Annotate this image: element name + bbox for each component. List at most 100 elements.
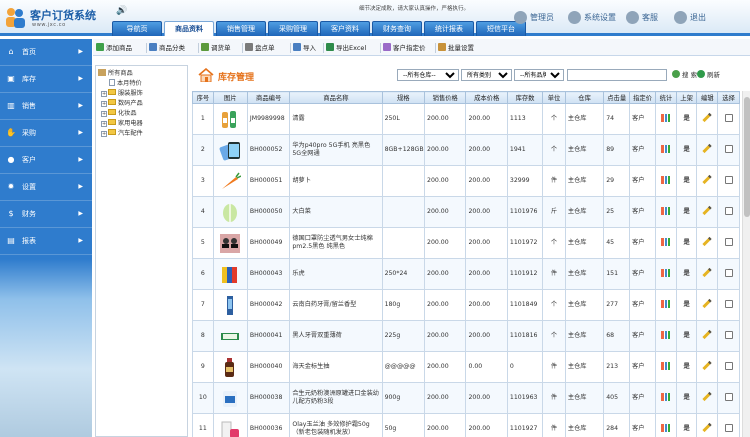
- cell-assigned[interactable]: 客户: [629, 134, 657, 166]
- table-row[interactable]: 10 BH000038 合生元奶粉澳洲原罐进口金装幼儿配方奶粉3段 900g 200.0…: [192, 382, 740, 414]
- category-select[interactable]: 所有类别: [461, 69, 512, 81]
- bar-chart-icon[interactable]: [661, 300, 671, 309]
- column-header[interactable]: 商品编号: [246, 91, 291, 104]
- nav-tab-1[interactable]: 导航页: [112, 21, 162, 36]
- edit-cell[interactable]: [696, 227, 719, 259]
- search-input[interactable]: [567, 69, 667, 81]
- toolbar-button-2[interactable]: 商品分类: [149, 42, 185, 54]
- select-cell[interactable]: [717, 320, 740, 352]
- column-header[interactable]: 销售价格: [424, 91, 467, 104]
- edit-cell[interactable]: [696, 413, 719, 437]
- expand-icon[interactable]: +: [101, 121, 107, 127]
- nav-tab-7[interactable]: 统计报表: [424, 21, 474, 36]
- product-image[interactable]: [212, 134, 248, 166]
- stats-cell[interactable]: [655, 103, 677, 135]
- row-checkbox[interactable]: [724, 145, 733, 154]
- scrollbar-thumb[interactable]: [744, 97, 750, 217]
- row-checkbox[interactable]: [724, 269, 733, 278]
- sidebar-item-4[interactable]: ✋ 采购 ▶: [0, 120, 92, 147]
- product-image[interactable]: [212, 227, 248, 259]
- column-header[interactable]: 图片: [212, 91, 248, 104]
- toolbar-button-6[interactable]: 导出Excel: [326, 42, 366, 54]
- select-cell[interactable]: [717, 103, 740, 135]
- nav-tab-3[interactable]: 销售管理: [216, 21, 266, 36]
- top-right-user[interactable]: 管理员: [514, 10, 554, 26]
- tree-node[interactable]: + 数码产品: [98, 99, 187, 109]
- column-header[interactable]: 商品名称: [289, 91, 383, 104]
- stats-cell[interactable]: [655, 227, 677, 259]
- bar-chart-icon[interactable]: [661, 269, 671, 278]
- expand-icon[interactable]: +: [101, 131, 107, 137]
- cell-assigned[interactable]: 客户: [629, 165, 657, 197]
- table-row[interactable]: 5 BH000049 德国口罩防尘透气男女士纯棉pm2.5黑色 纯黑色 200.00 2…: [192, 227, 740, 259]
- product-image[interactable]: [212, 351, 248, 383]
- product-image[interactable]: [212, 258, 248, 290]
- bar-chart-icon[interactable]: [661, 114, 671, 123]
- product-image[interactable]: [212, 165, 248, 197]
- tree-node[interactable]: + 汽车配件: [98, 129, 187, 139]
- toolbar-button-3[interactable]: 调货单: [201, 42, 231, 54]
- column-header[interactable]: 仓库: [564, 91, 605, 104]
- sidebar-item-1[interactable]: ⌂ 首页 ▶: [0, 39, 92, 66]
- column-header[interactable]: 成本价格: [465, 91, 508, 104]
- sidebar-item-7[interactable]: $ 财务 ▶: [0, 201, 92, 228]
- tree-node[interactable]: 本月特价: [98, 79, 187, 89]
- select-cell[interactable]: [717, 196, 740, 228]
- edit-cell[interactable]: [696, 289, 719, 321]
- toolbar-button-8[interactable]: 批量设置: [438, 42, 474, 54]
- product-image[interactable]: [212, 382, 248, 414]
- table-row[interactable]: 4 BH000050 大白菜 200.00 200.00 1101976 斤主仓库 25 客户是: [192, 196, 740, 228]
- tree-node[interactable]: + 化妆品: [98, 109, 187, 119]
- refresh-button[interactable]: 刷新: [697, 70, 720, 82]
- stats-cell[interactable]: [655, 351, 677, 383]
- warehouse-select[interactable]: --所有仓库--: [397, 69, 459, 81]
- edit-cell[interactable]: [696, 103, 719, 135]
- pencil-icon[interactable]: [702, 268, 712, 278]
- nav-tab-6[interactable]: 财务查询: [372, 21, 422, 36]
- expand-icon[interactable]: +: [101, 101, 107, 107]
- table-row[interactable]: 3 BH000051 胡萝卜 200.00 200.00 32999 件主仓库 29 客户是: [192, 165, 740, 197]
- tree-root[interactable]: 所有商品: [98, 69, 187, 79]
- cell-assigned[interactable]: 客户: [629, 289, 657, 321]
- sidebar-item-3[interactable]: ▥ 销售 ▶: [0, 93, 92, 120]
- table-row[interactable]: 11 BH000036 Olay玉兰油 多效修护霜50g（新老包装随机发放） 50g 2…: [192, 413, 740, 437]
- bar-chart-icon[interactable]: [661, 331, 671, 340]
- row-checkbox[interactable]: [724, 393, 733, 402]
- table-row[interactable]: 7 BH000042 云南白药牙膏/留兰香型 180g 200.00 200.00 1101…: [192, 289, 740, 321]
- table-row[interactable]: 1 JM9989998 清露 250L 200.00 200.00 1113 个主仓库 74 客户…: [192, 103, 740, 135]
- pencil-icon[interactable]: [702, 175, 712, 185]
- row-checkbox[interactable]: [724, 114, 733, 123]
- stats-cell[interactable]: [655, 196, 677, 228]
- cell-assigned[interactable]: 客户: [629, 103, 657, 135]
- cell-assigned[interactable]: 客户: [629, 413, 657, 437]
- column-header[interactable]: 库存数: [506, 91, 544, 104]
- cell-assigned[interactable]: 客户: [629, 196, 657, 228]
- cell-assigned[interactable]: 客户: [629, 258, 657, 290]
- table-row[interactable]: 2 BH000052 华为p40pro 5G手机 亮黑色 5G全网通 8GB+128G…: [192, 134, 740, 166]
- product-image[interactable]: [212, 196, 248, 228]
- select-cell[interactable]: [717, 289, 740, 321]
- cell-assigned[interactable]: 客户: [629, 227, 657, 259]
- expand-icon[interactable]: +: [101, 91, 107, 97]
- edit-cell[interactable]: [696, 382, 719, 414]
- stats-cell[interactable]: [655, 382, 677, 414]
- product-image[interactable]: [212, 289, 248, 321]
- column-header[interactable]: 上架: [675, 91, 698, 104]
- stats-cell[interactable]: [655, 258, 677, 290]
- pencil-icon[interactable]: [702, 361, 712, 371]
- search-button[interactable]: 搜 索: [672, 70, 697, 82]
- expand-icon[interactable]: +: [101, 111, 107, 117]
- column-header[interactable]: 统计: [655, 91, 677, 104]
- bar-chart-icon[interactable]: [661, 393, 671, 402]
- edit-cell[interactable]: [696, 165, 719, 197]
- nav-tab-4[interactable]: 采购管理: [268, 21, 318, 36]
- pencil-icon[interactable]: [702, 206, 712, 216]
- pencil-icon[interactable]: [702, 423, 712, 433]
- cell-assigned[interactable]: 客户: [629, 320, 657, 352]
- pencil-icon[interactable]: [702, 330, 712, 340]
- table-row[interactable]: 8 BH000041 黑人牙膏双重薄荷 225g 200.00 200.00 1101816…: [192, 320, 740, 352]
- nav-tab-5[interactable]: 客户资料: [320, 21, 370, 36]
- toolbar-button-7[interactable]: 客户指定价: [383, 42, 426, 54]
- cell-assigned[interactable]: 客户: [629, 351, 657, 383]
- stats-cell[interactable]: [655, 320, 677, 352]
